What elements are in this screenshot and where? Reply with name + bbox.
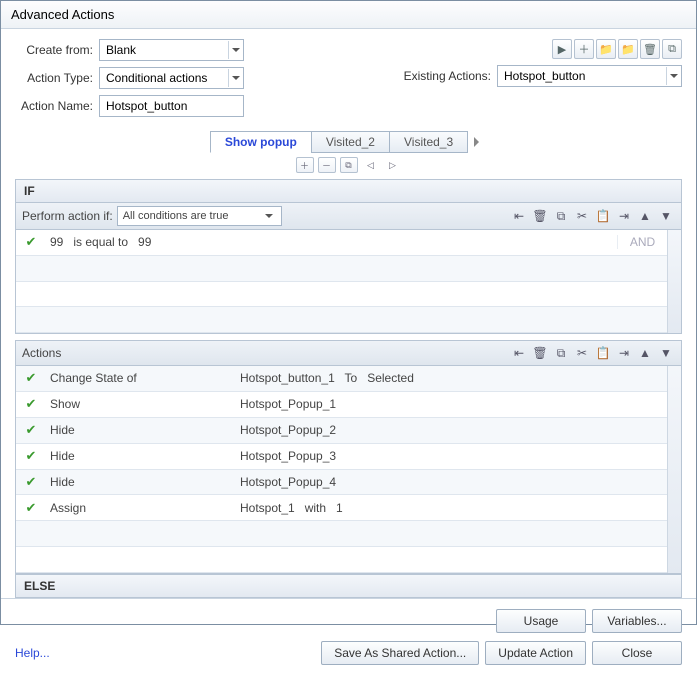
action-type-select[interactable]: Conditional actions	[99, 67, 244, 89]
remove-decision-icon[interactable]: －	[318, 157, 336, 173]
duplicate-icon[interactable]: ⧉	[662, 39, 682, 59]
action-row[interactable]	[16, 521, 681, 547]
delete-row-icon[interactable]: 🗑	[531, 207, 549, 225]
create-from-select[interactable]: Blank	[99, 39, 244, 61]
top-toolbar: ▶ ＋ 📁 📁 🗑 ⧉	[552, 39, 682, 59]
cut-row-icon[interactable]: ✂	[573, 344, 591, 362]
perform-action-if-select[interactable]: All conditions are true	[117, 206, 282, 226]
check-icon: ✔	[26, 448, 37, 464]
check-icon: ✔	[26, 474, 37, 490]
action-row[interactable]: ✔HideHotspot_Popup_4	[16, 470, 681, 496]
create-from-label: Create from:	[15, 43, 93, 57]
paste-row-icon[interactable]: 📋	[594, 207, 612, 225]
actions-header: Actions	[22, 346, 61, 360]
else-header[interactable]: ELSE	[15, 574, 682, 598]
update-action-button[interactable]: Update Action	[485, 641, 586, 665]
action-row[interactable]: ✔Change State ofHotspot_button_1 To Sele…	[16, 366, 681, 392]
cut-row-icon[interactable]: ✂	[573, 207, 591, 225]
insert-icon[interactable]: ⇤	[510, 344, 528, 362]
existing-actions-value: Hotspot_button	[504, 69, 585, 83]
action-name-input[interactable]	[99, 95, 244, 117]
window-title: Advanced Actions	[1, 1, 696, 29]
check-icon: ✔	[26, 396, 37, 412]
condition-row[interactable]	[16, 282, 681, 308]
check-icon: ✔	[26, 234, 37, 250]
tab-next-icon[interactable]	[472, 135, 486, 149]
scrollbar[interactable]	[667, 230, 681, 333]
add-decision-icon[interactable]: ＋	[296, 157, 314, 173]
move-up-icon[interactable]: ▲	[636, 344, 654, 362]
move-down-icon[interactable]: ▼	[657, 207, 675, 225]
import-icon[interactable]: 📁	[596, 39, 616, 59]
if-header: IF	[15, 179, 682, 203]
delete-row-icon[interactable]: 🗑	[531, 344, 549, 362]
condition-row[interactable]	[16, 307, 681, 333]
chevron-down-icon	[262, 211, 276, 222]
action-row[interactable]: ✔HideHotspot_Popup_3	[16, 444, 681, 470]
move-up-icon[interactable]: ▲	[636, 207, 654, 225]
perform-action-if-label: Perform action if:	[22, 209, 113, 223]
tab-visited-3[interactable]: Visited_3	[389, 131, 468, 153]
existing-actions-label: Existing Actions:	[404, 69, 491, 83]
append-icon[interactable]: ⇥	[615, 207, 633, 225]
action-row[interactable]	[16, 547, 681, 573]
actions-row-toolbar: ⇤ 🗑 ⧉ ✂ 📋 ⇥ ▲ ▼	[510, 344, 675, 362]
add-icon[interactable]: ＋	[574, 39, 594, 59]
check-icon: ✔	[26, 422, 37, 438]
and-or-cell[interactable]: AND	[617, 235, 667, 249]
tab-visited-2[interactable]: Visited_2	[311, 131, 390, 153]
variables-button[interactable]: Variables...	[592, 609, 682, 633]
duplicate-decision-icon[interactable]: ⧉	[340, 157, 358, 173]
create-from-value: Blank	[106, 43, 136, 57]
existing-actions-select[interactable]: Hotspot_button	[497, 65, 682, 87]
scrollbar[interactable]	[667, 366, 681, 573]
chevron-down-icon	[228, 69, 242, 87]
check-icon: ✔	[26, 370, 37, 386]
help-link[interactable]: Help...	[15, 646, 50, 660]
copy-row-icon[interactable]: ⧉	[552, 344, 570, 362]
decision-next-icon[interactable]: ▷	[384, 157, 402, 173]
paste-row-icon[interactable]: 📋	[594, 344, 612, 362]
insert-icon[interactable]: ⇤	[510, 207, 528, 225]
export-icon[interactable]: 📁	[618, 39, 638, 59]
chevron-down-icon	[666, 67, 680, 85]
copy-row-icon[interactable]: ⧉	[552, 207, 570, 225]
action-name-label: Action Name:	[15, 99, 93, 113]
save-shared-button[interactable]: Save As Shared Action...	[321, 641, 479, 665]
action-row[interactable]: ✔AssignHotspot_1 with 1	[16, 495, 681, 521]
append-icon[interactable]: ⇥	[615, 344, 633, 362]
condition-row[interactable]	[16, 256, 681, 282]
if-row-toolbar: ⇤ 🗑 ⧉ ✂ 📋 ⇥ ▲ ▼	[510, 207, 675, 225]
delete-icon[interactable]: 🗑	[640, 39, 660, 59]
action-row[interactable]: ✔ShowHotspot_Popup_1	[16, 392, 681, 418]
action-type-label: Action Type:	[15, 71, 93, 85]
action-type-value: Conditional actions	[106, 71, 207, 85]
tab-show-popup[interactable]: Show popup	[210, 131, 312, 153]
chevron-down-icon	[228, 41, 242, 59]
move-down-icon[interactable]: ▼	[657, 344, 675, 362]
decision-prev-icon[interactable]: ◁	[362, 157, 380, 173]
preview-icon[interactable]: ▶	[552, 39, 572, 59]
decision-tabs: Show popup Visited_2 Visited_3	[211, 131, 468, 153]
usage-button[interactable]: Usage	[496, 609, 586, 633]
action-row[interactable]: ✔HideHotspot_Popup_2	[16, 418, 681, 444]
condition-row[interactable]: ✔ 99 is equal to 99 AND	[16, 230, 681, 256]
check-icon: ✔	[26, 500, 37, 516]
close-button[interactable]: Close	[592, 641, 682, 665]
